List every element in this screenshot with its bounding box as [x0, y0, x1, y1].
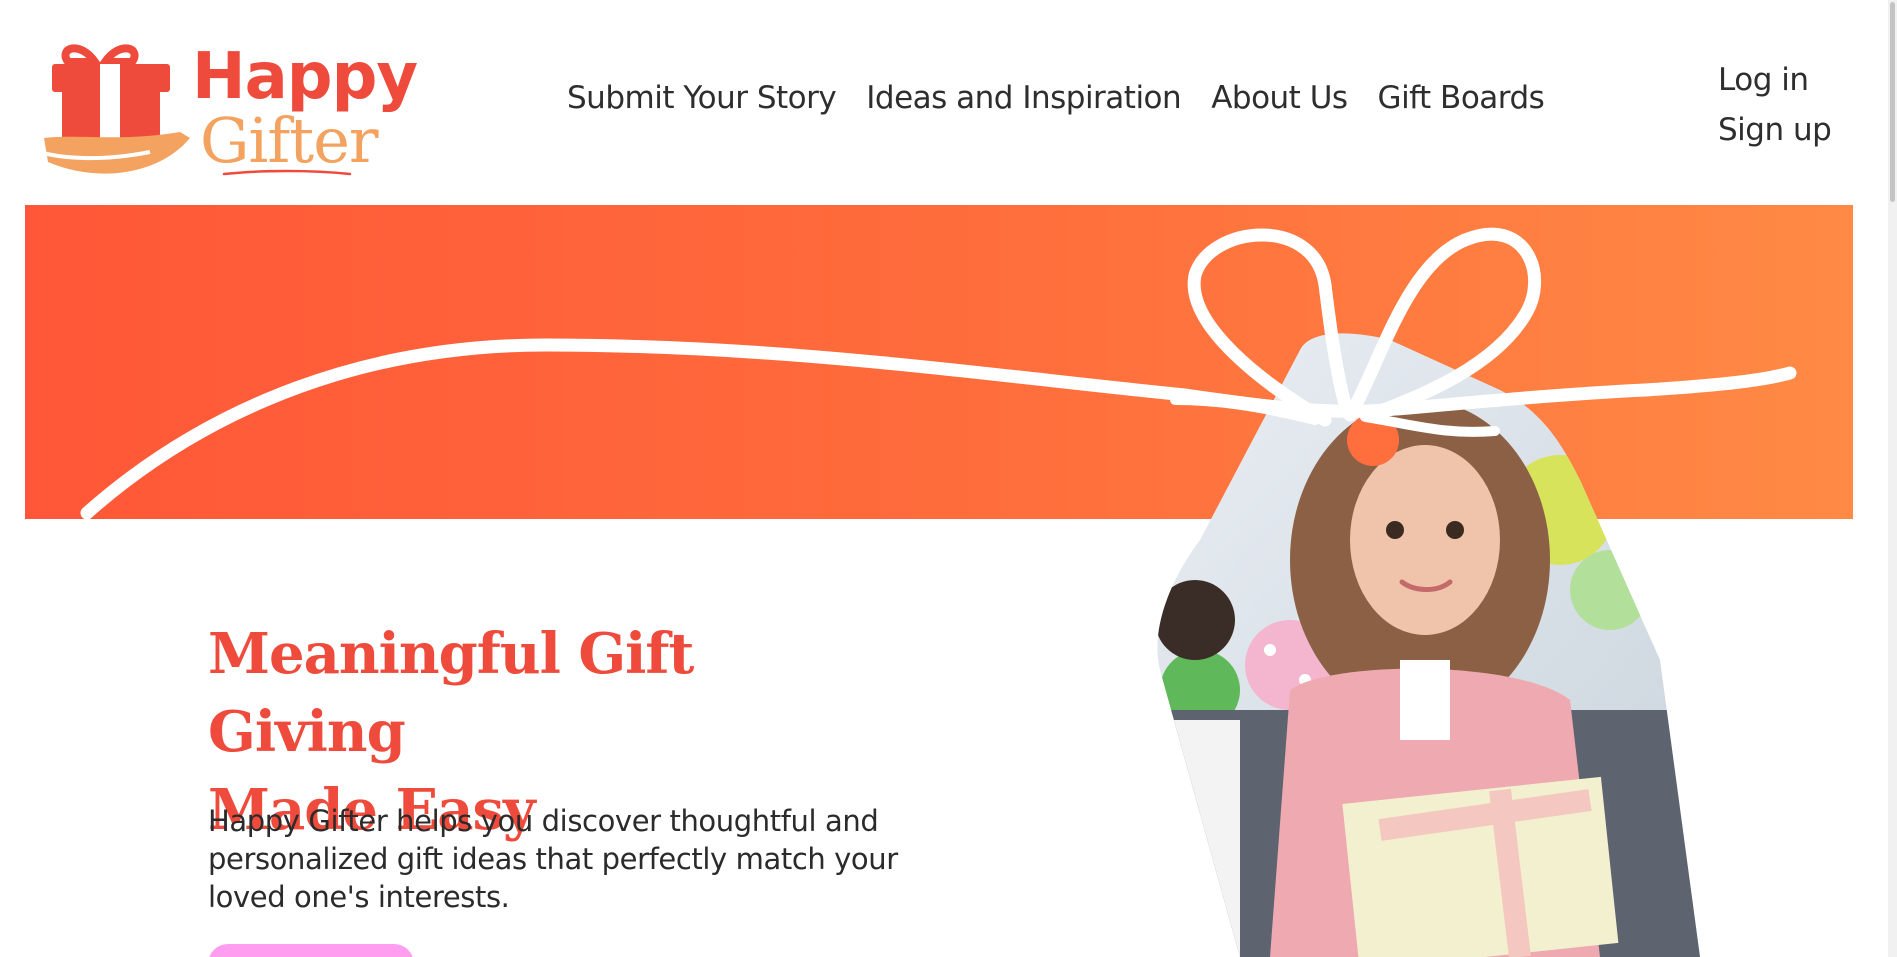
nav-gift-boards[interactable]: Gift Boards — [1378, 80, 1545, 116]
hero-title-line1: Meaningful Gift Giving — [208, 621, 694, 765]
main-nav: Submit Your Story Ideas and Inspiration … — [567, 80, 1545, 116]
gift-hand-icon — [40, 44, 190, 174]
site-header: Happy Gifter Submit Your Story Ideas and… — [0, 0, 1897, 205]
nav-about-us[interactable]: About Us — [1211, 80, 1348, 116]
logo-text-happy: Happy — [192, 40, 418, 114]
scrollbar-thumb[interactable] — [1890, 2, 1895, 202]
nav-submit-your-story[interactable]: Submit Your Story — [567, 80, 837, 116]
ribbon-bow-icon — [80, 227, 1797, 520]
logo-link[interactable]: Happy Gifter — [40, 34, 418, 184]
signup-link[interactable]: Sign up — [1718, 112, 1832, 148]
logo-underline — [222, 169, 352, 176]
nav-ideas-and-inspiration[interactable]: Ideas and Inspiration — [866, 80, 1181, 116]
page-scrollbar[interactable] — [1888, 0, 1897, 957]
auth-links: Log in Sign up — [1718, 62, 1832, 162]
hero-description: Happy Gifter helps you discover thoughtf… — [208, 804, 898, 914]
hero-cta-button[interactable] — [208, 944, 414, 957]
logo-text-gifter: Gifter — [200, 104, 379, 177]
login-link[interactable]: Log in — [1718, 62, 1831, 98]
